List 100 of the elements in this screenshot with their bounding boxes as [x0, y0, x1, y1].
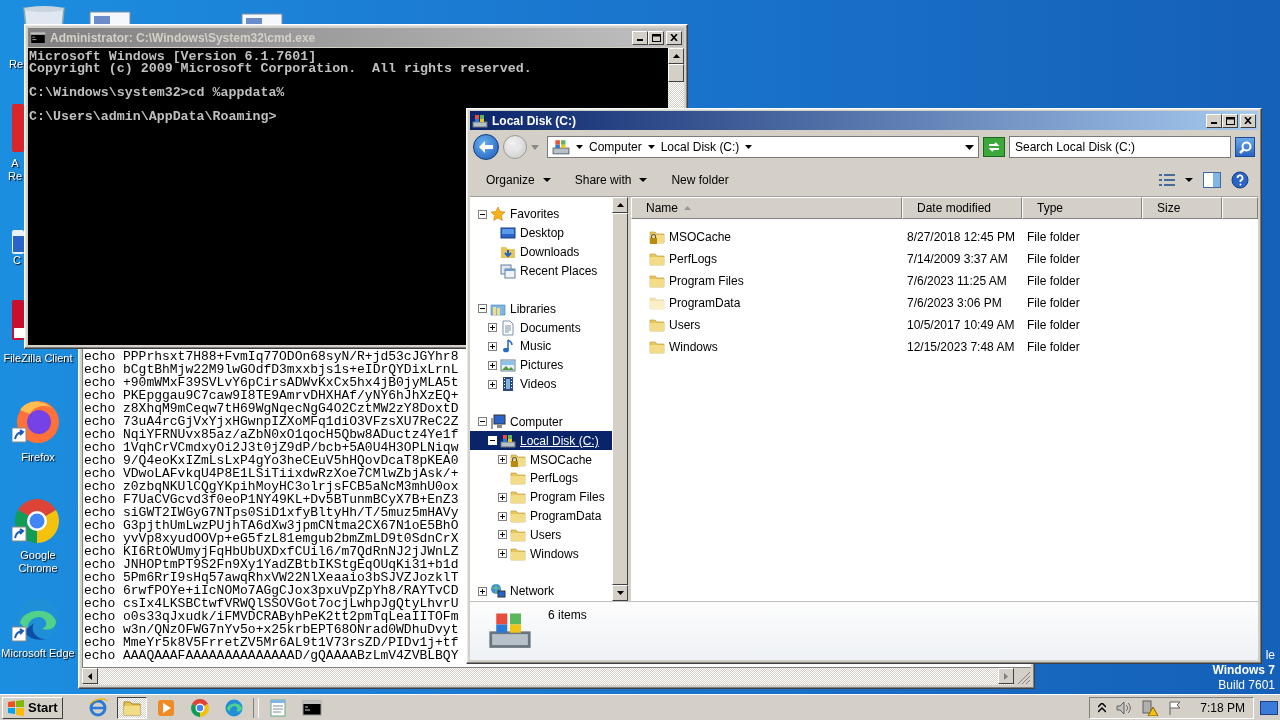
expand-icon[interactable]: [498, 455, 507, 464]
tree-item[interactable]: Libraries: [470, 299, 612, 319]
file-item[interactable]: ProgramData: [631, 292, 902, 314]
tree-item[interactable]: Music: [470, 336, 612, 356]
column-header[interactable]: Date modified: [902, 197, 1022, 219]
expand-icon[interactable]: [488, 341, 497, 351]
preview-pane-button[interactable]: [1200, 169, 1224, 191]
tree-item[interactable]: Downloads: [470, 242, 612, 262]
tree-item[interactable]: Network: [470, 582, 612, 601]
breadcrumb-link[interactable]: Computer: [589, 140, 642, 154]
os-notice-text: Build 7601: [1218, 678, 1275, 693]
back-button[interactable]: [473, 134, 499, 160]
tree-item[interactable]: Users: [470, 525, 612, 545]
address-bar[interactable]: Computer Local Disk (C:): [547, 136, 979, 158]
scroll-up-button[interactable]: [668, 48, 684, 64]
expand-icon[interactable]: [498, 530, 507, 540]
text-line: echo NqiYFRNUvx85az/aZbN0xO1qocH5Qbw8ADuctz4Ye1f: [84, 428, 459, 441]
tree-item[interactable]: Recent Places: [470, 261, 612, 281]
resize-grip-icon[interactable]: [1014, 668, 1031, 685]
tree-item[interactable]: MSOCache: [470, 450, 612, 469]
show-desktop-icon[interactable]: [1260, 699, 1278, 716]
column-header[interactable]: Name: [631, 197, 902, 219]
tree-item[interactable]: Program Files: [470, 487, 612, 507]
document-icon[interactable]: [88, 10, 132, 24]
scroll-right-button[interactable]: [998, 668, 1014, 684]
close-icon: [1244, 117, 1252, 124]
collapse-icon[interactable]: [478, 417, 487, 427]
tree-item[interactable]: Local Disk (C:): [470, 431, 612, 451]
console-line: Microsoft Windows [Version 6.1.7601]: [29, 51, 317, 63]
tree-item[interactable]: PerfLogs: [470, 468, 612, 488]
breadcrumb-link[interactable]: Local Disk (C:): [660, 140, 740, 154]
tree-item[interactable]: ProgramData: [470, 506, 612, 526]
file-item[interactable]: Users: [631, 314, 902, 336]
expand-icon[interactable]: [498, 549, 507, 559]
file-item[interactable]: PerfLogs: [631, 248, 902, 270]
file-item[interactable]: Program Files: [631, 270, 902, 292]
column-header[interactable]: Type: [1022, 197, 1142, 219]
maximize-button[interactable]: [648, 30, 664, 45]
expand-icon[interactable]: [498, 511, 507, 521]
search-field[interactable]: Search Local Disk (C:): [1009, 136, 1231, 158]
tree-item[interactable]: Pictures: [470, 355, 612, 375]
close-button[interactable]: [1240, 113, 1256, 128]
expand-icon[interactable]: [488, 360, 497, 370]
tree-item[interactable]: Favorites: [470, 205, 612, 224]
file-item[interactable]: Windows: [631, 336, 902, 358]
filezilla-icon[interactable]: [12, 300, 24, 340]
tree-item[interactable]: Windows: [470, 544, 612, 564]
scroll-thumb[interactable]: [668, 64, 684, 82]
clock[interactable]: 7:18 PM: [1200, 700, 1245, 715]
tree-item[interactable]: Computer: [470, 412, 612, 432]
file-item[interactable]: MSOCache: [631, 226, 902, 248]
desktop-icon-label: A Re: [6, 157, 24, 183]
expand-icon[interactable]: [488, 323, 497, 333]
scroll-down-button[interactable]: [612, 585, 628, 601]
toolbar-button[interactable]: Organize: [476, 169, 561, 191]
minimize-button[interactable]: [632, 30, 648, 45]
scroll-thumb[interactable]: [612, 213, 628, 585]
collapse-icon[interactable]: [478, 304, 487, 314]
chrome-icon[interactable]: [12, 497, 62, 545]
desktop-icon-label: FileZilla Client: [2, 352, 74, 365]
tree-item[interactable]: Videos: [470, 374, 612, 394]
text-line: echo 6rwfPOYe+iIcNOMo7AGgCJox3pxuVpZpYh8/RAYTvCD: [84, 584, 459, 597]
column-header[interactable]: Size: [1142, 197, 1222, 219]
recycle-bin-icon[interactable]: [20, 6, 68, 24]
help-button[interactable]: [1228, 168, 1252, 192]
dropdown-icon[interactable]: [965, 144, 974, 150]
app-icon[interactable]: [12, 230, 24, 254]
collapse-icon[interactable]: [478, 209, 487, 219]
refresh-button[interactable]: [983, 137, 1005, 157]
drive-icon: [472, 112, 488, 129]
arrow-left-icon: [88, 672, 92, 680]
taskbar-button[interactable]: [116, 696, 147, 719]
scroll-left-button[interactable]: [82, 668, 98, 684]
caret-icon[interactable]: [745, 145, 753, 149]
tree-item[interactable]: Desktop: [470, 223, 612, 243]
toolbar-button[interactable]: Share with: [564, 169, 658, 191]
caret-icon[interactable]: [576, 145, 583, 149]
edge-icon[interactable]: [12, 597, 60, 643]
chevron-up-icon[interactable]: [1098, 702, 1107, 713]
download-folder-icon: [500, 244, 516, 261]
maximize-button[interactable]: [1222, 113, 1238, 128]
firefox-icon[interactable]: [12, 398, 62, 446]
expand-icon[interactable]: [478, 587, 487, 596]
scroll-up-button[interactable]: [612, 197, 628, 213]
flag-icon[interactable]: [1168, 700, 1183, 715]
caret-icon[interactable]: [647, 145, 655, 149]
minimize-button[interactable]: [1206, 113, 1222, 128]
toolbar-button[interactable]: New folder: [661, 169, 739, 191]
close-button[interactable]: [666, 30, 682, 45]
text-line: echo PKEpggau9C7caw9I8TE9AmrvDHXHAf/yNY6hJhXzEQ+: [84, 389, 459, 402]
drive-icon: [500, 432, 516, 449]
speaker-icon[interactable]: [1116, 700, 1133, 715]
expand-icon[interactable]: [488, 379, 497, 389]
desktop-icon-label: Google Chrome: [17, 549, 59, 575]
text-line: echo 1VqhCrVCmdxyOi2J3t0jZ9dP/bcb+5A0U4H3OPLNiqw: [84, 441, 459, 454]
start-button[interactable]: Start: [2, 696, 63, 719]
tree-item[interactable]: Documents: [470, 318, 612, 337]
expand-icon[interactable]: [498, 492, 507, 502]
network-warning-icon[interactable]: [1142, 699, 1159, 716]
search-button[interactable]: [1235, 137, 1255, 157]
